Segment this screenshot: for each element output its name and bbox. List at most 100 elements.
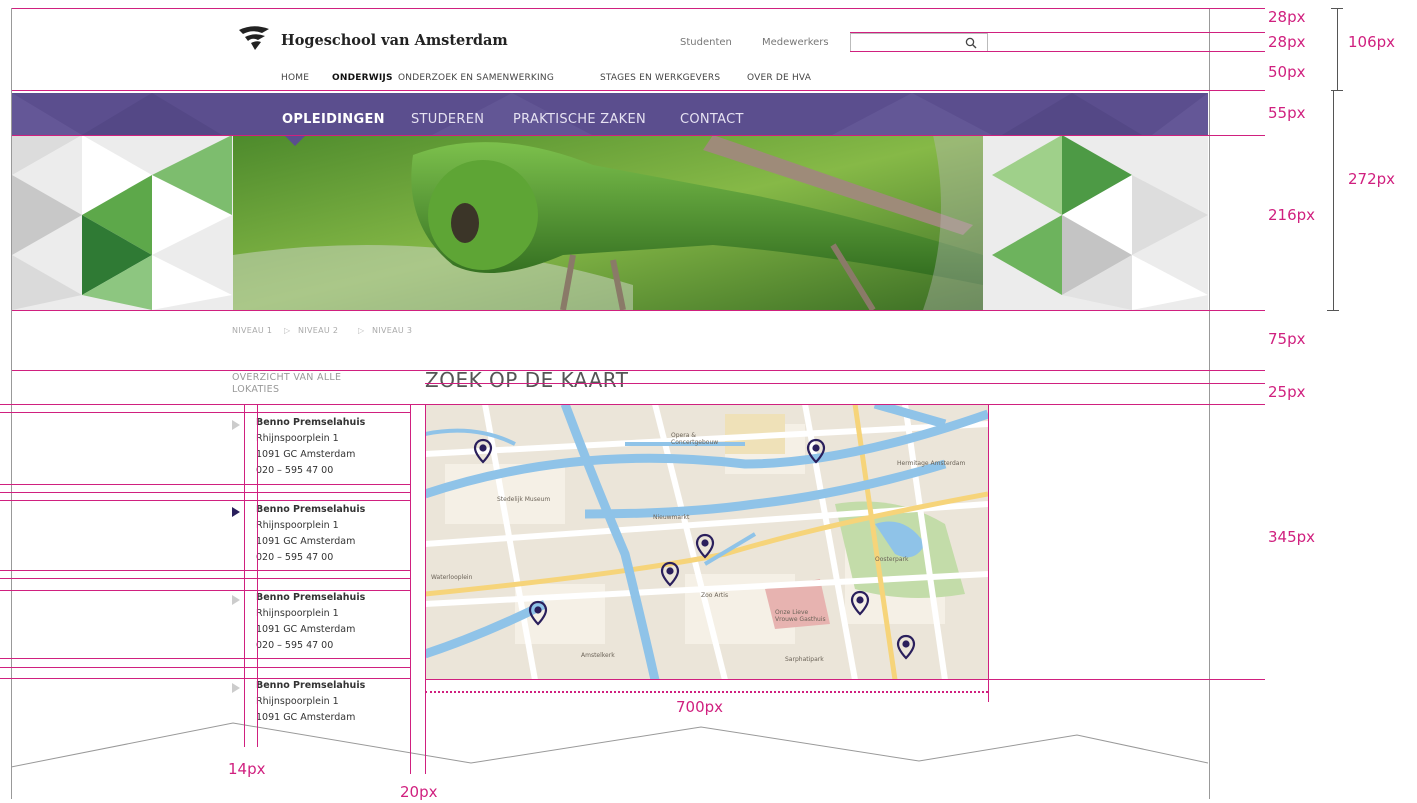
breadcrumb-separator-icon: ▷ <box>284 326 291 335</box>
dim-label: 75px <box>1268 330 1306 348</box>
guide-line <box>988 404 989 702</box>
main-nav-over-de-hva[interactable]: OVER DE HVA <box>747 73 811 83</box>
location-arrow-icon[interactable] <box>232 683 240 693</box>
location-arrow-icon[interactable] <box>232 595 240 605</box>
map-title: ZOEK OP DE KAART <box>425 368 629 392</box>
sidebar-title: OVERZICHT VAN ALLE LOKATIES <box>232 372 342 395</box>
map-label: Waterlooplein <box>431 574 473 581</box>
dim-label: 14px <box>228 760 266 778</box>
location-arrow-icon[interactable] <box>232 507 240 517</box>
main-nav-stages[interactable]: STAGES EN WERKGEVERS <box>600 73 720 83</box>
location-map[interactable]: Opera & Concertgebouw Hermitage Amsterda… <box>425 404 988 680</box>
guide-line <box>0 658 410 659</box>
location-street: Rhijnspoorplein 1 <box>256 433 339 444</box>
map-label: Hermitage Amsterdam <box>897 460 966 467</box>
dim-label: 700px <box>676 698 724 716</box>
guide-line <box>0 500 410 501</box>
guide-line <box>244 404 245 747</box>
location-item[interactable]: Benno Premselahuis Rhijnspoorplein 1 109… <box>256 678 365 726</box>
guide-line <box>12 135 1265 136</box>
location-phone: 020 – 595 47 00 <box>256 640 334 651</box>
bracket-line <box>1327 310 1339 311</box>
map-label: Stedelijk Museum <box>497 496 551 503</box>
breadcrumb-level-1[interactable]: NIVEAU 1 <box>232 326 272 335</box>
location-item[interactable]: Benno Premselahuis Rhijnspoorplein 1 109… <box>256 502 365 566</box>
guide-line <box>0 404 1265 405</box>
bracket-line <box>1333 90 1334 310</box>
guide-line <box>0 570 410 571</box>
map-label: Onze Lieve Vrouwe Gasthuis <box>775 609 826 623</box>
location-street: Rhijnspoorplein 1 <box>256 696 339 707</box>
guide-line <box>850 51 1265 52</box>
map-label: Nieuwmarkt <box>653 514 690 521</box>
location-city: 1091 GC Amsterdam <box>256 624 356 635</box>
map-label: Oosterpark <box>875 556 909 563</box>
guide-line <box>12 370 1265 371</box>
dim-label: 50px <box>1268 63 1306 81</box>
dim-label: 25px <box>1268 383 1306 401</box>
dim-label: 20px <box>400 783 438 801</box>
guide-line <box>0 667 410 668</box>
location-city: 1091 GC Amsterdam <box>256 536 356 547</box>
location-street: Rhijnspoorplein 1 <box>256 608 339 619</box>
breadcrumb-separator-icon: ▷ <box>358 326 365 335</box>
location-name: Benno Premselahuis <box>256 592 366 603</box>
dim-label: 345px <box>1268 528 1316 546</box>
map-label: Opera & Concertgebouw <box>671 432 719 446</box>
top-link-medewerkers[interactable]: Medewerkers <box>762 37 829 48</box>
bracket-line <box>1331 8 1343 9</box>
hero-banner <box>12 135 1208 310</box>
location-city: 1091 GC Amsterdam <box>256 449 356 460</box>
subnav-studeren[interactable]: STUDEREN <box>411 112 484 127</box>
location-arrow-icon[interactable] <box>232 420 240 430</box>
guide-line <box>12 90 1265 91</box>
guide-line <box>425 679 1265 680</box>
dim-label: 272px <box>1348 170 1396 188</box>
location-item[interactable]: Benno Premselahuis Rhijnspoorplein 1 109… <box>256 590 365 654</box>
active-subnav-pointer <box>284 135 306 146</box>
map-width-measure <box>425 691 988 693</box>
hva-logo-icon[interactable] <box>237 25 271 51</box>
subnav-opleidingen[interactable]: OPLEIDINGEN <box>282 112 385 127</box>
subnav-praktische-zaken[interactable]: PRAKTISCHE ZAKEN <box>513 112 646 127</box>
map-label: Amstelkerk <box>581 652 615 659</box>
dim-label: 28px <box>1268 33 1306 51</box>
subnav-contact[interactable]: CONTACT <box>680 112 744 127</box>
logo-text[interactable]: Hogeschool van Amsterdam <box>281 32 508 49</box>
dim-label: 216px <box>1268 206 1316 224</box>
location-city: 1091 GC Amsterdam <box>256 712 356 723</box>
top-link-studenten[interactable]: Studenten <box>680 37 732 48</box>
main-nav-onderzoek[interactable]: ONDERZOEK EN SAMENWERKING <box>398 73 554 83</box>
main-nav-onderwijs[interactable]: ONDERWIJS <box>332 73 393 83</box>
guide-line <box>850 32 1265 33</box>
location-phone: 020 – 595 47 00 <box>256 552 334 563</box>
main-nav-home[interactable]: HOME <box>281 73 309 83</box>
guide-line <box>0 578 410 579</box>
breadcrumb-level-3: NIVEAU 3 <box>372 326 413 335</box>
guide-line <box>410 404 411 774</box>
dim-label: 28px <box>1268 8 1306 26</box>
guide-line <box>0 484 410 485</box>
guide-line <box>0 412 410 413</box>
guide-line <box>0 678 410 679</box>
hero-grasshopper-photo <box>233 135 983 310</box>
location-phone: 020 – 595 47 00 <box>256 465 334 476</box>
guide-line <box>0 590 410 591</box>
guide-line <box>425 383 1265 384</box>
guide-line <box>0 492 410 493</box>
search-icon[interactable] <box>965 37 977 49</box>
guide-line <box>12 310 1265 311</box>
dim-label: 106px <box>1348 33 1396 51</box>
dim-label: 55px <box>1268 104 1306 122</box>
location-name: Benno Premselahuis <box>256 680 366 691</box>
bracket-line <box>1337 8 1338 90</box>
location-name: Benno Premselahuis <box>256 504 366 515</box>
map-label: Sarphatipark <box>785 656 824 663</box>
guide-line <box>257 404 258 747</box>
location-street: Rhijnspoorplein 1 <box>256 520 339 531</box>
guide-line <box>12 8 1265 9</box>
location-item[interactable]: Benno Premselahuis Rhijnspoorplein 1 109… <box>256 415 365 479</box>
torn-edge <box>11 722 1209 768</box>
map-label: Zoo Artis <box>701 592 729 599</box>
breadcrumb-level-2[interactable]: NIVEAU 2 <box>298 326 338 335</box>
